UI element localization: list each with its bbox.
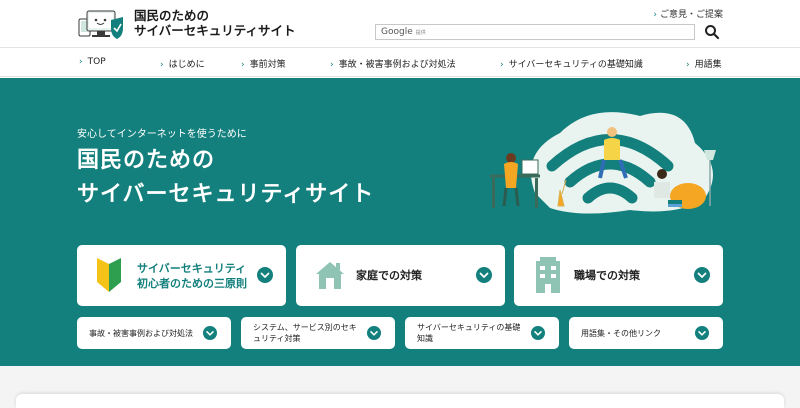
chevron-right-icon: ›	[653, 10, 657, 20]
site-title-line2: サイバーセキュリティサイト	[134, 23, 296, 38]
hero-subtitle: 安心してインターネットを使うために	[77, 129, 247, 140]
next-section-edge	[16, 394, 784, 408]
chevron-right-icon: ›	[160, 60, 164, 70]
chevron-right-icon: ›	[330, 60, 334, 70]
card-workplace-measures[interactable]: 職場での対策	[514, 245, 723, 306]
card-security-basics[interactable]: サイバーセキュリティの基礎 知識	[405, 317, 559, 349]
nav-item-glossary[interactable]: › 用語集	[686, 57, 722, 70]
chevron-right-icon: ›	[686, 60, 690, 70]
page-bottom-area	[0, 366, 800, 408]
search-brand-sub: 提供	[415, 30, 426, 36]
nav-label: 用語集	[694, 60, 722, 70]
nav-label: 事故・被害事例および対処法	[338, 60, 456, 70]
card-label: 家庭での対策	[356, 269, 422, 282]
card-label: サイバーセキュリティ 初心者のための三原則	[137, 261, 247, 291]
nav-label: はじめに	[168, 60, 205, 70]
chevron-down-icon	[203, 326, 217, 340]
card-label: 事故・被害事例および対処法	[89, 329, 193, 338]
chevron-down-icon	[694, 267, 710, 283]
card-label: 用語集・その他リンク	[581, 329, 661, 338]
hero-title: 国民のための サイバーセキュリティサイト	[77, 144, 374, 212]
card-home-measures[interactable]: 家庭での対策	[296, 245, 505, 306]
site-logo-icon[interactable]	[77, 8, 127, 42]
site-title[interactable]: 国民のための サイバーセキュリティサイト	[134, 8, 296, 38]
feedback-label: ご意見・ご提案	[659, 10, 723, 20]
card-label-line1: サイバーセキュリティ	[137, 262, 247, 275]
chevron-down-icon	[367, 326, 381, 340]
hero-section: 安心してインターネットを使うために 国民のための サイバーセキュリティサイト サ…	[0, 78, 800, 366]
card-label-line2: 初心者のための三原則	[137, 277, 247, 290]
card-label-line1: サイバーセキュリティの基礎	[417, 323, 521, 332]
chevron-right-icon: ›	[79, 57, 83, 67]
card-label-line1: システム、サービス別のセキ	[253, 323, 357, 332]
chevron-right-icon: ›	[500, 60, 504, 70]
global-nav: › TOP › はじめに › 事前対策 › 事故・被害事例および対処法 › サイバーセキュ…	[0, 47, 800, 77]
search-input[interactable]: Google 提供	[375, 24, 695, 40]
nav-label: TOP	[87, 57, 106, 67]
card-label-line2: 知識	[417, 334, 433, 343]
chevron-down-icon	[531, 326, 545, 340]
card-beginner-three-principles[interactable]: サイバーセキュリティ 初心者のための三原則	[77, 245, 286, 306]
search-icon[interactable]	[703, 23, 721, 41]
chevron-right-icon: ›	[241, 60, 245, 70]
chevron-down-icon	[695, 326, 709, 340]
nav-label: 事前対策	[249, 60, 286, 70]
site-title-line1: 国民のための	[134, 8, 210, 23]
chevron-down-icon	[476, 267, 492, 283]
house-icon	[316, 262, 344, 289]
hero-title-line2: サイバーセキュリティサイト	[77, 182, 375, 207]
nav-item-top[interactable]: › TOP	[79, 57, 106, 67]
card-glossary-links[interactable]: 用語集・その他リンク	[569, 317, 723, 349]
nav-item-introduction[interactable]: › はじめに	[160, 57, 205, 70]
feedback-link[interactable]: › ご意見・ご提案	[653, 7, 723, 20]
card-label: サイバーセキュリティの基礎 知識	[417, 322, 520, 344]
search-provider-label: Google 提供	[381, 27, 426, 37]
hero-title-line1: 国民のための	[77, 148, 216, 173]
card-label-line2: ュリティ対策	[253, 334, 301, 343]
nav-item-incidents[interactable]: › 事故・被害事例および対処法	[330, 57, 456, 70]
hero-illustration	[490, 112, 716, 214]
beginner-mark-icon	[97, 258, 121, 292]
card-system-service-measures[interactable]: システム、サービス別のセキ ュリティ対策	[241, 317, 395, 349]
chevron-down-icon	[257, 267, 273, 283]
nav-item-basics[interactable]: › サイバーセキュリティの基礎知識	[500, 57, 643, 70]
nav-item-preventive-measures[interactable]: › 事前対策	[241, 57, 286, 70]
office-building-icon	[536, 257, 560, 293]
card-label: システム、サービス別のセキ ュリティ対策	[253, 322, 357, 344]
site-header: 国民のための サイバーセキュリティサイト › ご意見・ご提案 Google 提供	[0, 0, 800, 47]
card-label: 職場での対策	[574, 269, 640, 282]
card-incidents-and-responses[interactable]: 事故・被害事例および対処法	[77, 317, 231, 349]
nav-label: サイバーセキュリティの基礎知識	[508, 60, 643, 70]
search-brand: Google	[381, 27, 413, 37]
